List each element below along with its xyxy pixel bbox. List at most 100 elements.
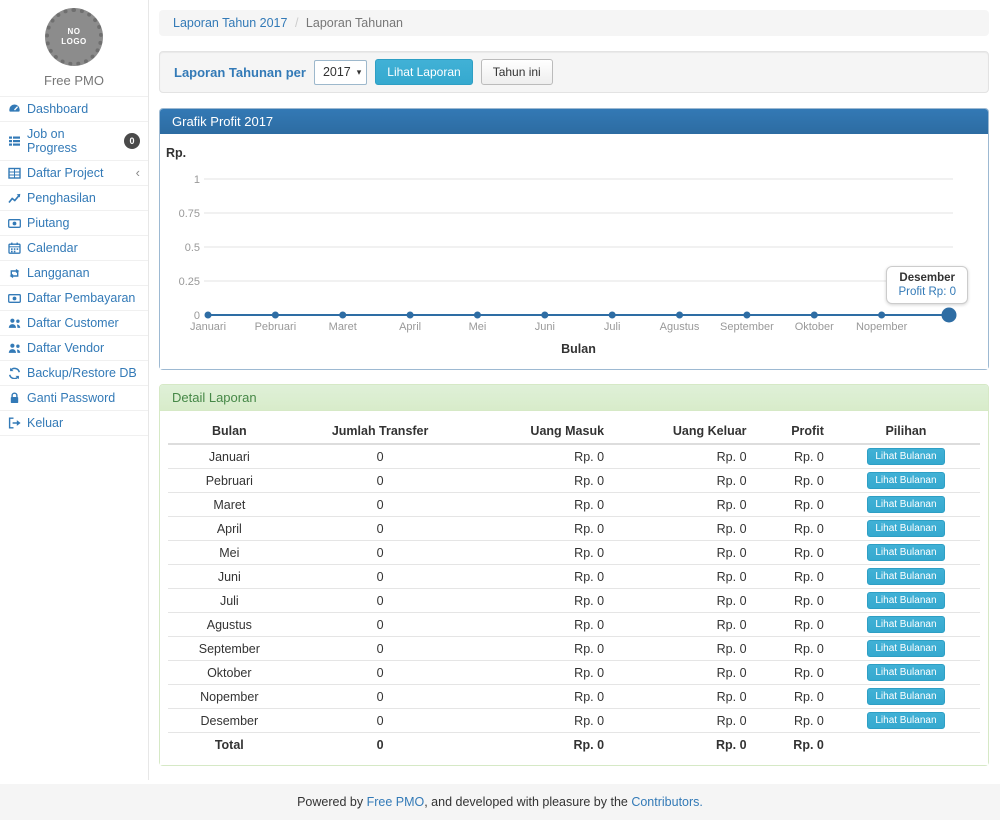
lihat-bulanan-button[interactable]: Lihat Bulanan bbox=[867, 520, 944, 537]
sidebar-item-job-on-progress[interactable]: Job on Progress0 bbox=[0, 121, 148, 160]
footer-text: Powered by Free PMO, and developed with … bbox=[297, 795, 703, 809]
col-header-uang-keluar: Uang Keluar bbox=[612, 419, 754, 444]
col-header-uang-masuk: Uang Masuk bbox=[470, 419, 612, 444]
breadcrumb-separator: / bbox=[295, 16, 298, 30]
cell-pilihan: Lihat Bulanan bbox=[832, 493, 980, 517]
table-row: Desember0Rp. 0Rp. 0Rp. 0Lihat Bulanan bbox=[168, 709, 980, 733]
cell-pilihan: Lihat Bulanan bbox=[832, 661, 980, 685]
lihat-laporan-button[interactable]: Lihat Laporan bbox=[375, 59, 472, 85]
detail-panel-body: BulanJumlah TransferUang MasukUang Kelua… bbox=[160, 411, 988, 765]
table-row: Agustus0Rp. 0Rp. 0Rp. 0Lihat Bulanan bbox=[168, 613, 980, 637]
cell-uang-masuk: Rp. 0 bbox=[470, 661, 612, 685]
cell-jumlah-transfer: 0 bbox=[291, 685, 470, 709]
svg-text:September: September bbox=[720, 321, 774, 333]
cell-uang-keluar: Rp. 0 bbox=[612, 733, 754, 757]
filter-label: Laporan Tahunan per bbox=[174, 65, 306, 80]
sidebar-item-dashboard[interactable]: Dashboard bbox=[0, 96, 148, 121]
col-header-pilihan: Pilihan bbox=[832, 419, 980, 444]
sidebar-item-daftar-project[interactable]: Daftar Project‹ bbox=[0, 160, 148, 185]
sidebar-item-label: Daftar Customer bbox=[27, 316, 119, 330]
cell-bulan: Desember bbox=[168, 709, 291, 733]
year-select[interactable]: 2017 ▾ bbox=[314, 60, 367, 85]
brand-area: NO LOGO Free PMO bbox=[0, 0, 148, 96]
cell-uang-masuk: Rp. 0 bbox=[470, 444, 612, 469]
lihat-bulanan-button[interactable]: Lihat Bulanan bbox=[867, 568, 944, 585]
cell-bulan: Total bbox=[168, 733, 291, 757]
sidebar-item-daftar-customer[interactable]: Daftar Customer bbox=[0, 310, 148, 335]
cell-uang-masuk: Rp. 0 bbox=[470, 469, 612, 493]
sidebar-item-label: Dashboard bbox=[27, 102, 88, 116]
cell-jumlah-transfer: 0 bbox=[291, 493, 470, 517]
lihat-bulanan-button[interactable]: Lihat Bulanan bbox=[867, 496, 944, 513]
table-icon bbox=[8, 167, 21, 179]
tooltip-value: Profit Rp: 0 bbox=[898, 286, 956, 298]
cell-pilihan: Lihat Bulanan bbox=[832, 709, 980, 733]
cell-uang-masuk: Rp. 0 bbox=[470, 733, 612, 757]
refresh-icon bbox=[8, 367, 21, 379]
cell-bulan: September bbox=[168, 637, 291, 661]
cell-uang-keluar: Rp. 0 bbox=[612, 444, 754, 469]
lihat-bulanan-button[interactable]: Lihat Bulanan bbox=[867, 640, 944, 657]
lihat-bulanan-button[interactable]: Lihat Bulanan bbox=[867, 688, 944, 705]
cell-uang-masuk: Rp. 0 bbox=[470, 589, 612, 613]
cell-profit: Rp. 0 bbox=[755, 541, 832, 565]
table-row: September0Rp. 0Rp. 0Rp. 0Lihat Bulanan bbox=[168, 637, 980, 661]
tahun-ini-button[interactable]: Tahun ini bbox=[481, 59, 553, 85]
page: NO LOGO Free PMO Dashboard Job on Progres… bbox=[0, 0, 1000, 780]
lihat-bulanan-button[interactable]: Lihat Bulanan bbox=[867, 592, 944, 609]
sidebar-item-daftar-vendor[interactable]: Daftar Vendor bbox=[0, 335, 148, 360]
table-row: Oktober0Rp. 0Rp. 0Rp. 0Lihat Bulanan bbox=[168, 661, 980, 685]
caret-down-icon: ▾ bbox=[357, 67, 362, 78]
lihat-bulanan-button[interactable]: Lihat Bulanan bbox=[867, 472, 944, 489]
table-row: Pebruari0Rp. 0Rp. 0Rp. 0Lihat Bulanan bbox=[168, 469, 980, 493]
svg-text:Juni: Juni bbox=[535, 321, 555, 333]
cell-uang-masuk: Rp. 0 bbox=[470, 565, 612, 589]
sidebar-item-daftar-pembayaran[interactable]: Daftar Pembayaran bbox=[0, 285, 148, 310]
tasks-icon bbox=[8, 135, 21, 147]
lihat-bulanan-button[interactable]: Lihat Bulanan bbox=[867, 616, 944, 633]
svg-text:0.25: 0.25 bbox=[179, 276, 200, 288]
sidebar-item-keluar[interactable]: Keluar bbox=[0, 410, 148, 436]
cell-uang-keluar: Rp. 0 bbox=[612, 493, 754, 517]
table-row: Nopember0Rp. 0Rp. 0Rp. 0Lihat Bulanan bbox=[168, 685, 980, 709]
breadcrumb-link[interactable]: Laporan Tahun 2017 bbox=[173, 16, 287, 30]
sidebar-item-label: Langganan bbox=[27, 266, 90, 280]
cell-uang-keluar: Rp. 0 bbox=[612, 613, 754, 637]
sign-out-icon bbox=[8, 417, 21, 429]
svg-text:Juli: Juli bbox=[604, 321, 621, 333]
svg-text:Bulan: Bulan bbox=[561, 342, 596, 356]
sidebar-item-penghasilan[interactable]: Penghasilan bbox=[0, 185, 148, 210]
lihat-bulanan-button[interactable]: Lihat Bulanan bbox=[867, 712, 944, 729]
cell-profit: Rp. 0 bbox=[755, 709, 832, 733]
cell-profit: Rp. 0 bbox=[755, 661, 832, 685]
sidebar-item-calendar[interactable]: Calendar bbox=[0, 235, 148, 260]
table-row: Mei0Rp. 0Rp. 0Rp. 0Lihat Bulanan bbox=[168, 541, 980, 565]
cell-bulan: Pebruari bbox=[168, 469, 291, 493]
free-pmo-link[interactable]: Free PMO bbox=[367, 795, 425, 809]
cell-pilihan: Lihat Bulanan bbox=[832, 637, 980, 661]
table-row: Juni0Rp. 0Rp. 0Rp. 0Lihat Bulanan bbox=[168, 565, 980, 589]
cell-pilihan bbox=[832, 733, 980, 757]
chart-line-icon bbox=[8, 192, 21, 204]
lihat-bulanan-button[interactable]: Lihat Bulanan bbox=[867, 544, 944, 561]
sidebar-item-label: Keluar bbox=[27, 416, 63, 430]
users-icon bbox=[8, 342, 21, 354]
sidebar-item-backup-restore-db[interactable]: Backup/Restore DB bbox=[0, 360, 148, 385]
svg-text:Oktober: Oktober bbox=[795, 321, 834, 333]
cell-jumlah-transfer: 0 bbox=[291, 733, 470, 757]
contributors-link[interactable]: Contributors. bbox=[631, 795, 703, 809]
lihat-bulanan-button[interactable]: Lihat Bulanan bbox=[867, 448, 944, 465]
profit-line-chart: Rp.00.250.50.751JanuariPebruariMaretApri… bbox=[160, 134, 988, 369]
cell-pilihan: Lihat Bulanan bbox=[832, 565, 980, 589]
sidebar-item-ganti-password[interactable]: Ganti Password bbox=[0, 385, 148, 410]
sidebar-item-piutang[interactable]: Piutang bbox=[0, 210, 148, 235]
cell-profit: Rp. 0 bbox=[755, 565, 832, 589]
lihat-bulanan-button[interactable]: Lihat Bulanan bbox=[867, 664, 944, 681]
brand-name: Free PMO bbox=[0, 73, 148, 88]
cell-jumlah-transfer: 0 bbox=[291, 661, 470, 685]
sidebar-item-langganan[interactable]: Langganan bbox=[0, 260, 148, 285]
sidebar-item-label: Daftar Project bbox=[27, 166, 103, 180]
app-logo: NO LOGO bbox=[45, 8, 103, 66]
svg-text:0.5: 0.5 bbox=[185, 242, 200, 254]
cell-jumlah-transfer: 0 bbox=[291, 517, 470, 541]
